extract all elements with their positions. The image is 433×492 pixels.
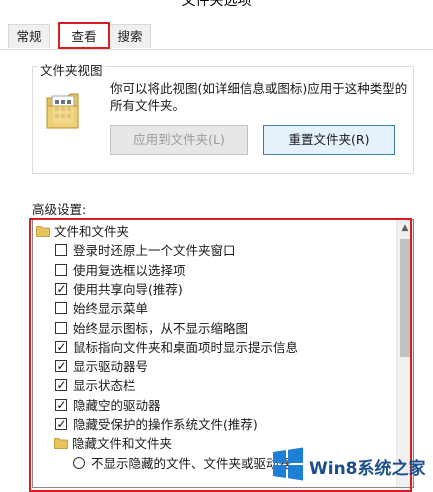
tree-item-label: 不显示隐藏的文件、文件夹或驱动器 <box>91 455 292 471</box>
tree-item-label: 始终显示图标，从不显示缩略图 <box>73 320 249 336</box>
tree-item-label: 使用共享向导(推荐) <box>73 281 183 297</box>
checkbox-checked[interactable]: ✓ <box>55 417 67 431</box>
watermark-text: Win8系统之家 <box>309 459 426 479</box>
checkmark-icon: ✓ <box>56 417 67 431</box>
apply-to-folders-button[interactable]: 应用到文件夹(L) <box>110 125 248 155</box>
tab-search[interactable]: 搜索 <box>109 24 151 48</box>
folder-view-description: 你可以将此视图(如详细信息或图标)应用于这种类型的所有文件夹。 <box>110 81 408 113</box>
title-bar: 文件夹选项 <box>0 0 433 22</box>
tab-general[interactable]: 常规 <box>8 24 50 48</box>
window-title: 文件夹选项 <box>181 0 252 9</box>
checkbox-unchecked[interactable] <box>55 321 67 334</box>
checkmark-icon: ✓ <box>56 359 67 374</box>
advanced-settings-label: 高级设置: <box>32 202 87 217</box>
watermark: Win8系统之家 <box>269 442 433 488</box>
windows-logo-icon <box>273 447 303 481</box>
tree-item-label: 文件和文件夹 <box>54 224 130 239</box>
checkbox-checked[interactable]: ✓ <box>55 339 67 354</box>
folder-view-icon <box>46 93 79 129</box>
folder-icon <box>54 438 68 450</box>
checkbox-checked[interactable]: ✓ <box>55 378 67 393</box>
folder-icon <box>36 226 50 237</box>
folder-view-legend: 文件夹视图 <box>38 60 105 79</box>
checkmark-icon: ✓ <box>56 281 67 296</box>
reset-folders-button[interactable]: 重置文件夹(R) <box>263 125 395 155</box>
checkbox-unchecked[interactable] <box>55 263 67 276</box>
checkmark-icon: ✓ <box>56 339 67 354</box>
tree-item-label: 登录时还原上一个文件夹窗口 <box>73 243 236 259</box>
tree-item-label: 隐藏受保护的操作系统文件(推荐) <box>73 417 258 432</box>
scroll-up-arrow-icon[interactable]: ▲ <box>397 220 413 237</box>
checkbox-unchecked[interactable] <box>55 244 67 257</box>
tree-item-label: 显示状态栏 <box>73 378 136 394</box>
tree-item-label: 隐藏文件和文件夹 <box>72 436 173 452</box>
checkbox-unchecked[interactable] <box>55 302 67 315</box>
tab-strip: 常规 查看 搜索 <box>0 22 433 50</box>
tree-item-label: 使用复选框以选择项 <box>73 262 186 278</box>
checkbox-checked[interactable]: ✓ <box>55 397 67 412</box>
checkmark-icon: ✓ <box>56 397 67 412</box>
radio-button[interactable] <box>73 456 85 469</box>
checkbox-checked[interactable]: ✓ <box>55 281 67 296</box>
tab-view[interactable]: 查看 <box>59 22 109 50</box>
tree-item-label: 显示驱动器号 <box>73 359 149 375</box>
checkbox-checked[interactable]: ✓ <box>55 359 67 374</box>
scroll-thumb[interactable] <box>400 239 410 357</box>
tree-item-label: 始终显示菜单 <box>73 301 149 317</box>
tree-item-label: 鼠标指向文件夹和桌面项时显示提示信息 <box>73 339 299 355</box>
tree-item-label: 隐藏空的驱动器 <box>73 397 161 413</box>
checkmark-icon: ✓ <box>56 378 67 393</box>
